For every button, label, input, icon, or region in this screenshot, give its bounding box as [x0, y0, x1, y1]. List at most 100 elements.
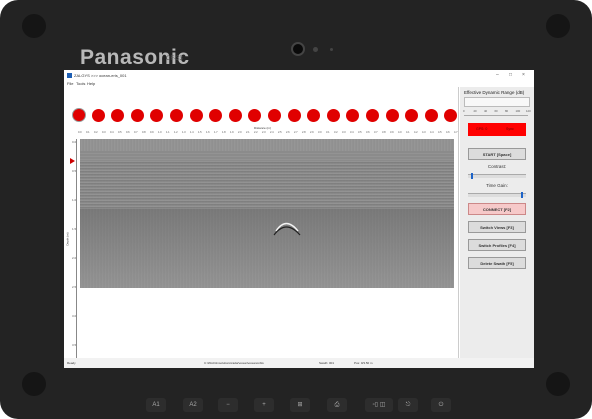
switch-profiles-button[interactable]: Switch Profiles [F4]	[468, 239, 526, 251]
maximize-button[interactable]: □	[509, 72, 512, 78]
time-gain-slider[interactable]	[468, 192, 526, 198]
edr-scale: 0 20 40 60 80 100 120	[460, 109, 534, 114]
switch-views-button[interactable]: Switch Views [F3]	[468, 221, 526, 233]
status-left-text: GPS: 0	[476, 127, 488, 131]
channel-indicator-dot[interactable]	[424, 109, 438, 122]
x-tick-label: 0.3	[102, 131, 106, 134]
channel-indicator-dot[interactable]	[326, 109, 340, 122]
connection-status-indicator: GPS: 0 Sync	[468, 123, 526, 136]
x-tick-label: 4.3	[422, 131, 426, 134]
title-bar: ZALGYS >>> ocean-eris_001 – □ ×	[64, 70, 534, 80]
menu-help[interactable]: Help	[87, 81, 95, 86]
edr-meter	[464, 97, 530, 107]
channel-indicator-dot[interactable]	[228, 109, 242, 122]
x-tick-label: 0.0	[78, 131, 82, 134]
hardware-button[interactable]: ⊞	[290, 398, 310, 412]
x-tick-label: 3.2	[334, 131, 338, 134]
hardware-button[interactable]: +	[254, 398, 274, 412]
channel-indicator-dot[interactable]	[130, 109, 144, 122]
sensor-dot-1	[313, 47, 318, 52]
x-axis-title: Distance (m)	[254, 126, 272, 130]
x-tick-label: 2.2	[254, 131, 258, 134]
x-tick-label: 4.7	[454, 131, 458, 134]
contrast-slider-thumb[interactable]	[470, 173, 473, 179]
status-path: C:\Work\Imsolutions\radar\ocean\oceanonb…	[204, 361, 264, 365]
x-tick-label: 1.9	[230, 131, 234, 134]
x-tick-label: 2.0	[238, 131, 242, 134]
time-gain-label: Time Gain:	[486, 183, 508, 188]
connect-button[interactable]: CONNECT [F2]	[468, 203, 526, 215]
channel-indicator-dot[interactable]	[189, 109, 203, 122]
radargram-panel: Distance (m) 0.0 0.1 0.2 0.3 0.4 0.5 0.6 0.7 0.8…	[64, 87, 460, 368]
surface-marker-icon[interactable]	[70, 158, 75, 164]
minimize-button[interactable]: –	[496, 72, 499, 78]
channel-indicator-dot[interactable]	[346, 109, 360, 122]
hardware-button[interactable]: A1	[146, 398, 166, 412]
x-tick-label: 4.4	[430, 131, 434, 134]
status-ready: Ready	[67, 361, 76, 365]
edr-scale-tick: 40	[484, 109, 488, 113]
x-tick-label: 3.3	[342, 131, 346, 134]
x-tick-label: 1.5	[198, 131, 202, 134]
channel-indicator-dot[interactable]	[307, 109, 321, 122]
x-tick-label: 0.6	[126, 131, 130, 134]
edr-scale-tick: 20	[473, 109, 477, 113]
channel-indicator-dot[interactable]	[287, 109, 301, 122]
status-swath: Swath: 001	[319, 361, 335, 365]
bezel-corner-bottom-left	[22, 372, 46, 396]
channel-indicator-dot[interactable]	[170, 109, 183, 122]
x-tick-label: 1.2	[174, 131, 178, 134]
channel-indicator-dot[interactable]	[111, 109, 125, 122]
channel-indicator-dot[interactable]	[405, 109, 419, 122]
radargram-image[interactable]	[80, 139, 454, 288]
screen: ZALGYS >>> ocean-eris_001 – □ × File Too…	[64, 70, 534, 368]
edr-scale-tick: 80	[505, 109, 509, 113]
hardware-button[interactable]: ⎙	[327, 398, 347, 412]
x-tick-label: 2.8	[302, 131, 306, 134]
channel-indicator-dot[interactable]	[366, 109, 379, 122]
menu-tools[interactable]: Tools	[76, 81, 85, 86]
menu-file[interactable]: File	[67, 81, 73, 86]
contrast-slider[interactable]	[468, 173, 526, 179]
x-tick-label: 0.1	[86, 131, 90, 134]
channel-indicator-dot[interactable]	[209, 109, 223, 122]
edr-scale-tick: 60	[494, 109, 498, 113]
x-tick-label: 0.4	[110, 131, 114, 134]
x-axis-ticks: 0.0 0.1 0.2 0.3 0.4 0.5 0.6 0.7 0.8 0.9 1.0 1.1 1.2 1…	[78, 131, 460, 136]
hardware-button[interactable]: A2	[183, 398, 203, 412]
y-axis-title: Depth (m)	[65, 232, 70, 246]
x-tick-label: 4.1	[406, 131, 410, 134]
channel-indicator-dot[interactable]	[91, 109, 105, 122]
x-tick-label: 0.2	[94, 131, 98, 134]
close-button[interactable]: ×	[522, 72, 525, 78]
x-tick-label: 3.7	[374, 131, 378, 134]
x-tick-label: 0.8	[142, 131, 146, 134]
x-tick-label: 0.5	[118, 131, 122, 134]
hardware-button[interactable]: ⏻	[431, 398, 451, 412]
start-button[interactable]: START [Space]	[468, 148, 526, 160]
hardware-button[interactable]: ⎋	[398, 398, 418, 412]
hardware-button[interactable]: −	[218, 398, 238, 412]
x-tick-label: 4.6	[446, 131, 450, 134]
x-tick-label: 0.7	[134, 131, 138, 134]
y-axis-line	[76, 139, 77, 368]
x-tick-label: 2.9	[310, 131, 314, 134]
delete-swath-button[interactable]: Delete Swath [F5]	[468, 257, 526, 269]
x-tick-label: 4.2	[414, 131, 418, 134]
x-tick-label: 3.0	[318, 131, 322, 134]
edr-scale-tick: 100	[515, 109, 521, 113]
channel-indicator-dot[interactable]	[150, 109, 164, 122]
channel-indicator-dot[interactable]	[72, 108, 86, 122]
channel-indicator-dot[interactable]	[268, 109, 281, 122]
x-tick-label: 1.6	[206, 131, 210, 134]
x-tick-label: 3.9	[390, 131, 394, 134]
x-tick-label: 3.8	[382, 131, 386, 134]
time-gain-slider-thumb[interactable]	[521, 192, 524, 198]
x-tick-label: 2.1	[246, 131, 250, 134]
hardware-button[interactable]: ▫︎▯ ◫	[365, 398, 393, 412]
channel-indicator-dot[interactable]	[444, 109, 458, 122]
channel-indicator-dot[interactable]	[385, 109, 399, 122]
channel-indicator-dot[interactable]	[248, 109, 262, 122]
y-tick-label: 2.5	[72, 285, 77, 289]
y-tick-label: 0.5	[72, 169, 77, 173]
